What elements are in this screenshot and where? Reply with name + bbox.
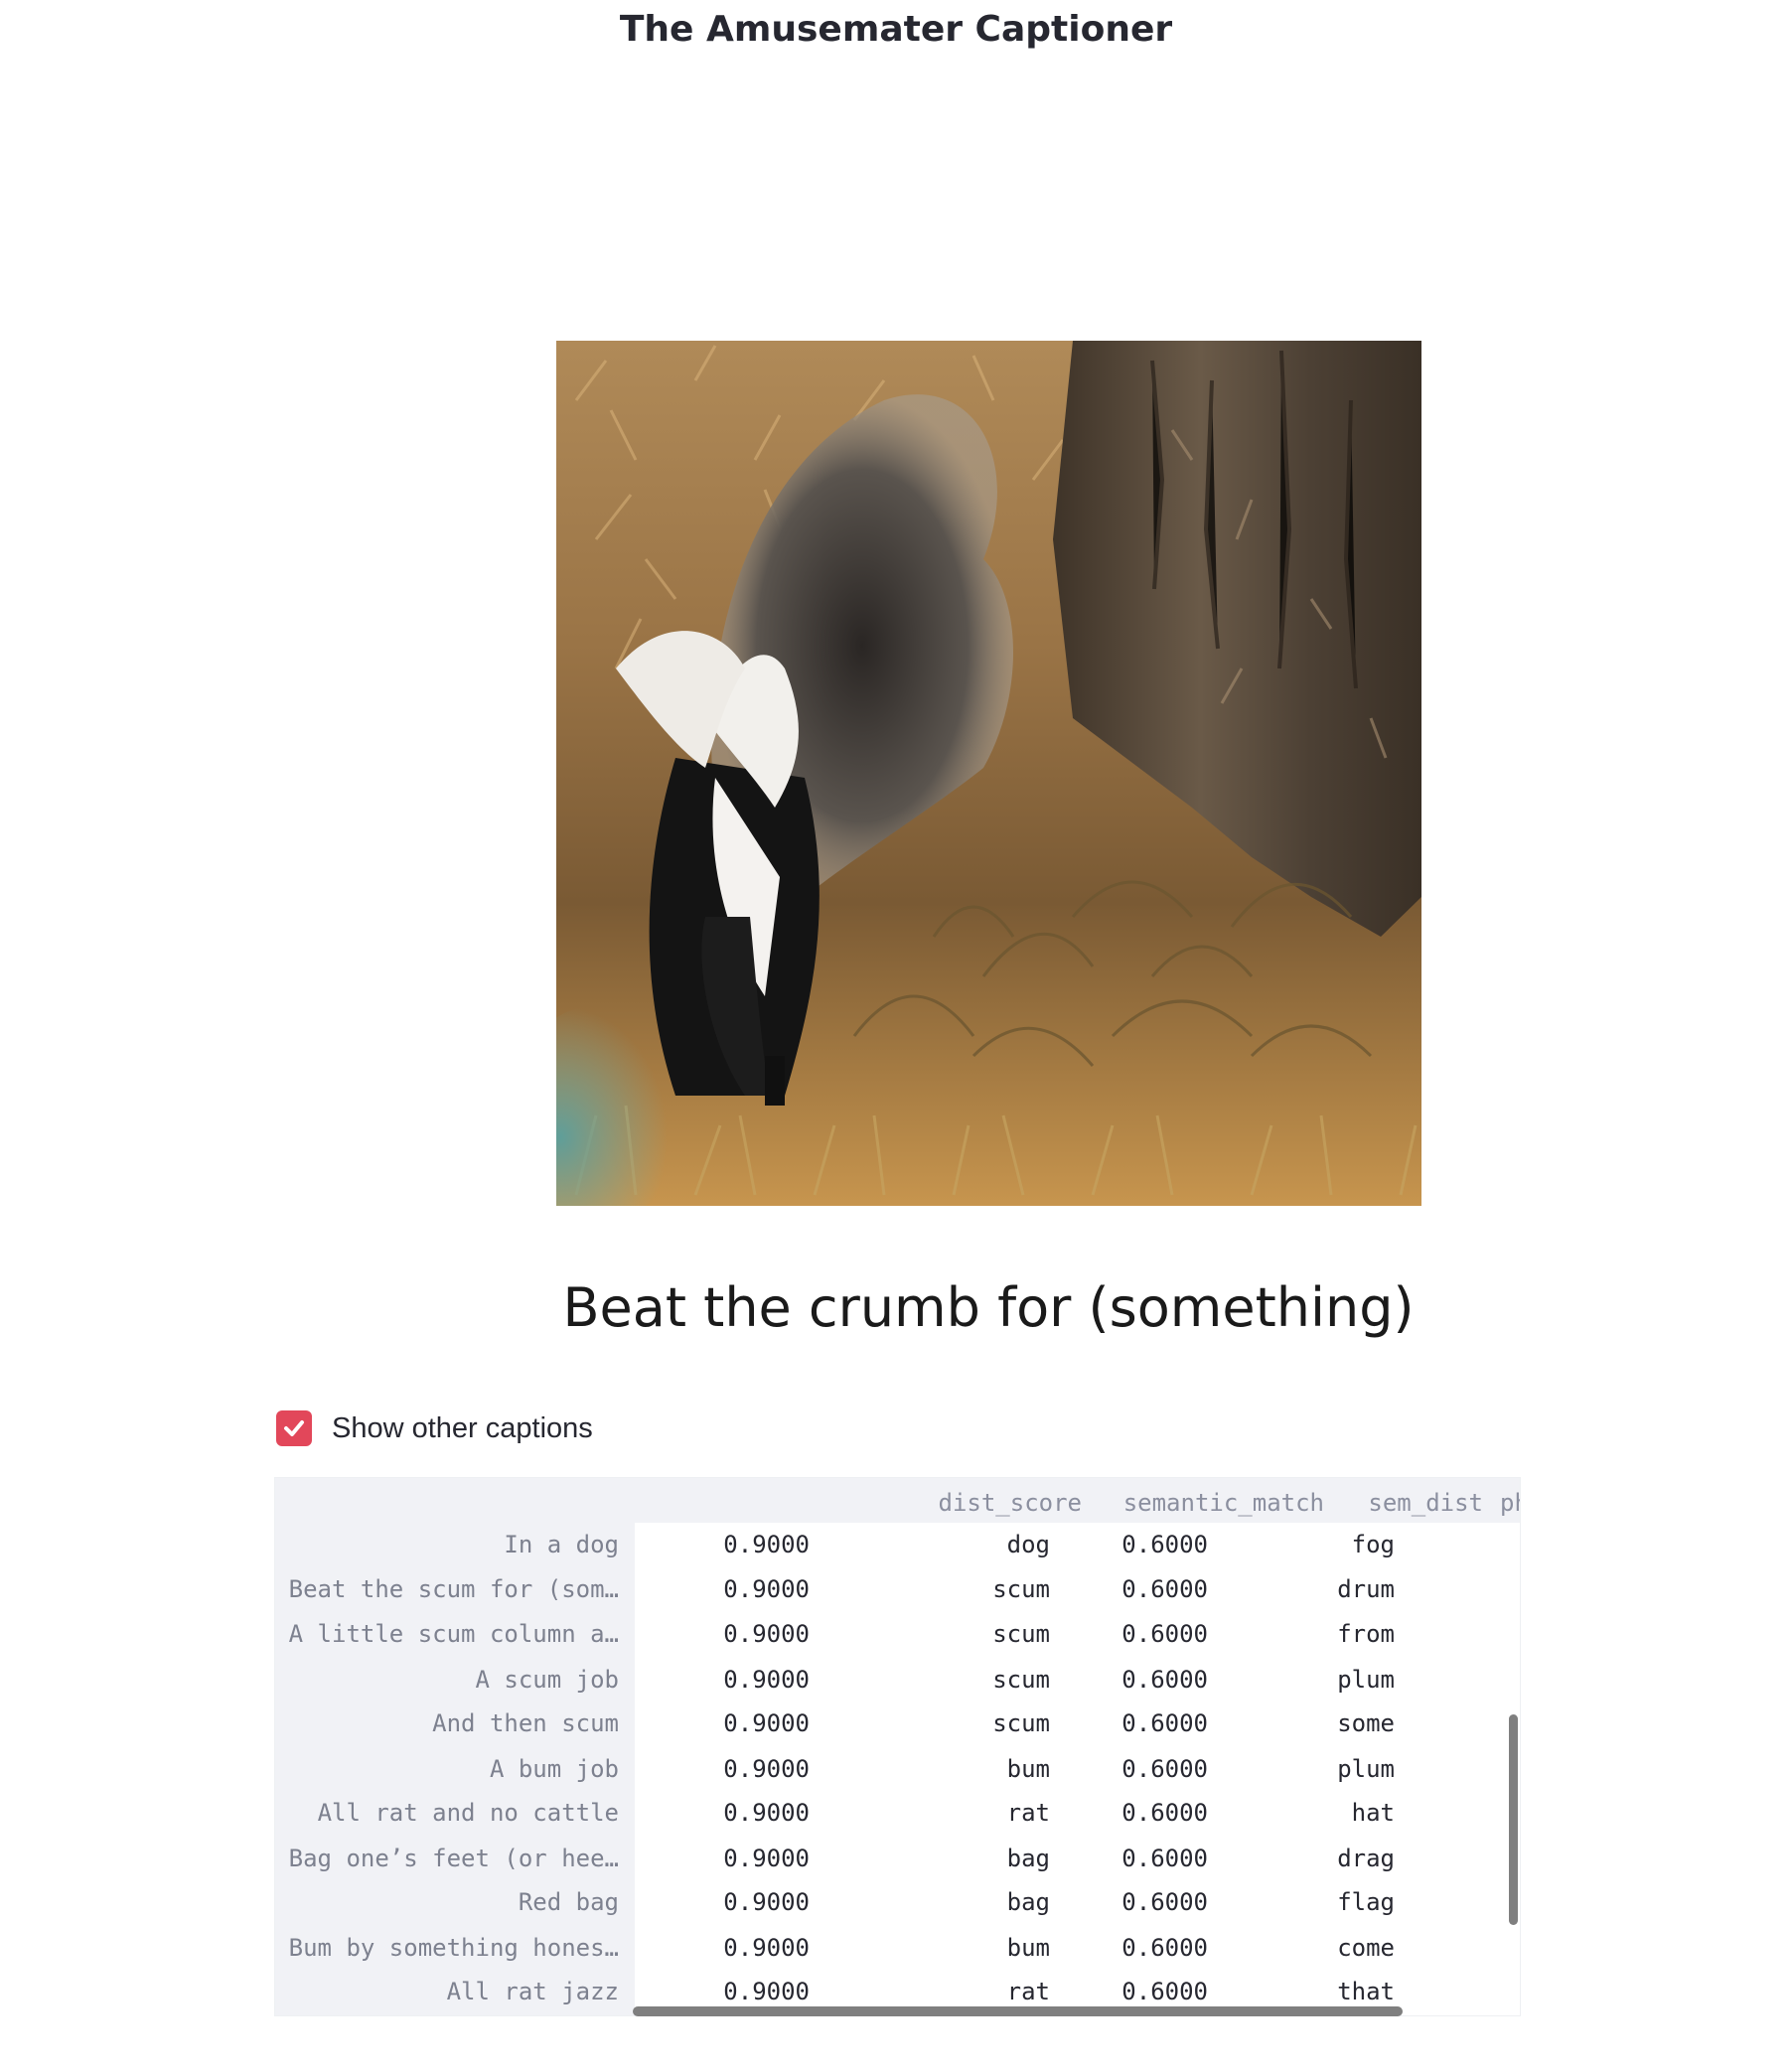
table-cell: come	[1337, 1934, 1395, 1962]
table-cell: fog	[1351, 1531, 1395, 1558]
table-cell: hat	[1351, 1799, 1395, 1827]
table-row: A scum job 0.9000 scum 0.6000 plum	[275, 1658, 1520, 1702]
table-cell: flag	[1337, 1888, 1395, 1916]
captions-dataframe[interactable]: dist_score semantic_match sem_dist phone…	[274, 1477, 1521, 2016]
table-row: Beat the scum for (som… 0.9000 scum 0.6000 d…	[275, 1567, 1520, 1611]
generated-caption: Beat the crumb for (something)	[562, 1276, 1415, 1339]
app-title: The Amusemater Captioner	[619, 9, 1173, 50]
checkbox-label: Show other captions	[332, 1411, 593, 1444]
column-header-dist-score[interactable]: dist_score	[671, 1488, 1083, 1518]
table-row: And then scum 0.9000 scum 0.6000 some	[275, 1702, 1520, 1745]
table-row: A little scum column a… 0.9000 scum 0.6000 f…	[275, 1612, 1520, 1656]
show-other-captions-checkbox[interactable]: Show other captions	[276, 1408, 593, 1448]
table-cell: plum	[1337, 1666, 1395, 1694]
table-cell: drag	[1337, 1845, 1395, 1872]
column-header-semantic-match[interactable]: semantic_match	[1082, 1488, 1324, 1518]
vertical-scrollbar[interactable]	[1509, 1714, 1518, 1925]
table-row: Bum by something hones… 0.9000 bum 0.6000 co…	[275, 1926, 1520, 1970]
table-cell: some	[1337, 1709, 1395, 1737]
table-row: In a dog 0.9000 dog 0.6000 fog	[275, 1523, 1520, 1566]
checkmark-icon	[284, 1420, 304, 1436]
table-cell: plum	[1337, 1755, 1395, 1783]
table-row: A bum job 0.9000 bum 0.6000 plum	[275, 1747, 1520, 1791]
table-row: Bag one’s feet (or hee… 0.9000 bag 0.6000 dr…	[275, 1837, 1520, 1880]
skunk-photo	[556, 341, 1421, 1206]
table-cell: drum	[1337, 1575, 1395, 1603]
column-header-sem-dist[interactable]: sem_dist	[1326, 1488, 1483, 1518]
horizontal-scrollbar[interactable]	[633, 2006, 1403, 2016]
table-cell: from	[1337, 1620, 1395, 1648]
checkbox-checked-icon[interactable]	[276, 1410, 312, 1446]
table-row: All rat and no cattle 0.9000 rat 0.6000 hat	[275, 1791, 1520, 1835]
column-header-ph[interactable]: ph	[1500, 1488, 1520, 1518]
table-cell: that	[1337, 1978, 1395, 2005]
table-row: Red bag 0.9000 bag 0.6000 flag	[275, 1880, 1520, 1924]
